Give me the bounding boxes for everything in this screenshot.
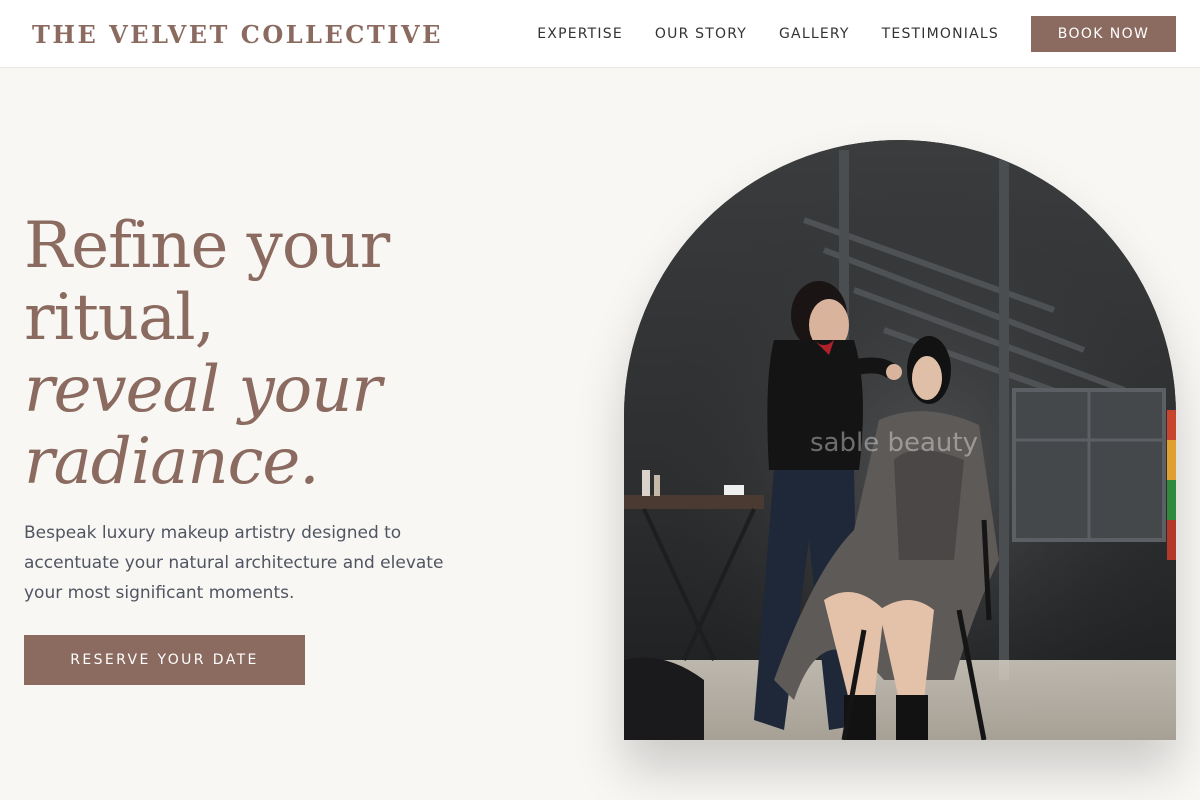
nav-link-our-story[interactable]: OUR STORY xyxy=(655,16,747,52)
hero-title-line-4: radiance. xyxy=(24,425,320,499)
hero-description: Bespeak luxury makeup artistry designed … xyxy=(24,523,444,603)
book-now-button[interactable]: BOOK NOW xyxy=(1031,16,1176,52)
hero-image-arch: sable beauty xyxy=(624,140,1176,740)
image-watermark-caption: sable beauty xyxy=(810,428,978,458)
nav-link-gallery[interactable]: GALLERY xyxy=(779,16,850,52)
nav-link-expertise[interactable]: EXPERTISE xyxy=(537,16,623,52)
brand-logo[interactable]: THE VELVET COLLECTIVE xyxy=(32,20,443,49)
hero-title: Refine your ritual, reveal your radiance… xyxy=(24,209,390,499)
reserve-date-button[interactable]: RESERVE YOUR DATE xyxy=(24,635,305,685)
nav-link-testimonials[interactable]: TESTIMONIALS xyxy=(882,16,999,52)
hero-title-line-2: ritual, xyxy=(24,281,215,355)
site-header: THE VELVET COLLECTIVE EXPERTISE OUR STOR… xyxy=(0,0,1200,68)
main-nav: EXPERTISE OUR STORY GALLERY TESTIMONIALS… xyxy=(537,16,1176,52)
hero-title-line-1: Refine your xyxy=(24,209,390,283)
hero-title-line-3: reveal your xyxy=(24,353,382,427)
